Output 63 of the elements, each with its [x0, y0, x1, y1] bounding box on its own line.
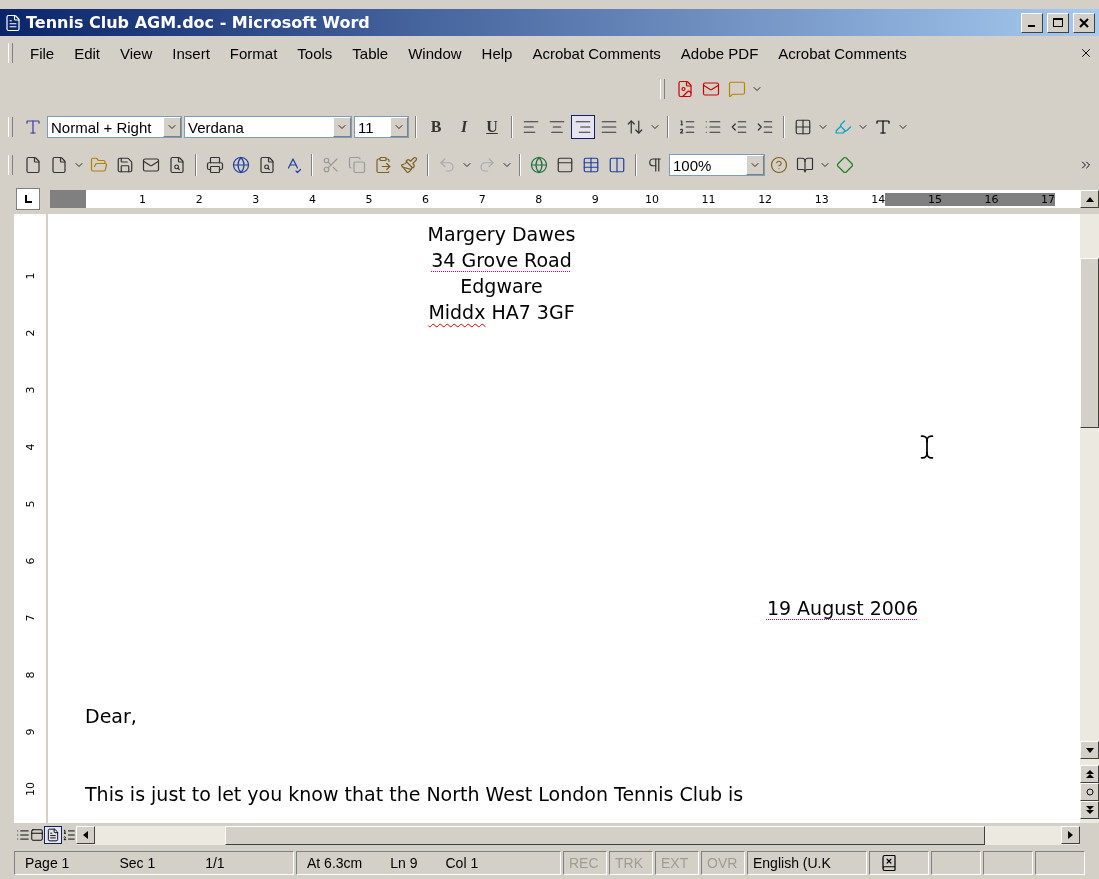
- body-line: This is just to let you know that the North West London Tennis Club is: [85, 782, 745, 807]
- font-size-field[interactable]: 11: [354, 116, 409, 138]
- menu-item[interactable]: Acrobat Comments: [523, 42, 670, 64]
- address-line: 34 Grove Road: [430, 248, 573, 273]
- ruler-number: 3: [252, 192, 260, 206]
- zoom-field[interactable]: 100%: [669, 154, 765, 176]
- bold-button[interactable]: B: [423, 115, 449, 139]
- date-line: 19 August 2006: [765, 596, 918, 621]
- ruler-number: 5: [365, 192, 373, 206]
- menu-item[interactable]: Edit: [65, 42, 110, 64]
- ruler-number: 10: [23, 782, 37, 796]
- style-field[interactable]: Normal + Right: [47, 116, 182, 138]
- ruler-number: 2: [23, 329, 37, 337]
- menu-item[interactable]: Tools: [288, 42, 342, 64]
- menu-item[interactable]: Acrobat Comments: [769, 42, 916, 64]
- status-text: Sec 1: [119, 855, 156, 871]
- status-text: 1/1: [205, 855, 225, 871]
- status-text: English (U.K: [753, 855, 831, 871]
- menu-item[interactable]: Help: [472, 42, 522, 64]
- ruler-number: 6: [23, 557, 37, 565]
- ruler-number: 8: [535, 192, 543, 206]
- ruler-number: 17: [1041, 192, 1056, 206]
- menu-item[interactable]: Table: [343, 42, 398, 64]
- italic-button[interactable]: I: [451, 115, 477, 139]
- ruler-number: 1: [139, 192, 147, 206]
- menu-item[interactable]: View: [111, 42, 162, 64]
- ruler-number: 16: [984, 192, 999, 206]
- ruler-number: 9: [23, 728, 37, 736]
- ruler-number: 5: [23, 500, 37, 508]
- status-text: At 6.3cm: [307, 855, 363, 871]
- ruler-number: 6: [422, 192, 430, 206]
- ruler-number: 13: [814, 192, 829, 206]
- menu-item[interactable]: Insert: [163, 42, 219, 64]
- menu-item[interactable]: Adobe PDF: [671, 42, 768, 64]
- ruler-number: 4: [23, 443, 37, 451]
- salutation-line: Dear,: [85, 704, 138, 729]
- ruler-number: 14: [871, 192, 886, 206]
- font-field[interactable]: Verdana: [184, 116, 352, 138]
- ruler-number: 15: [927, 192, 942, 206]
- ruler-number: 8: [23, 671, 37, 679]
- underline-button[interactable]: U: [479, 115, 505, 139]
- ruler-number: 1: [23, 272, 37, 280]
- ruler-number: 2: [195, 192, 203, 206]
- status-text: Col 1: [445, 855, 479, 871]
- address-line: Middx HA7 3GF: [427, 300, 576, 325]
- menu-item[interactable]: Format: [220, 42, 287, 64]
- ruler-number: 12: [758, 192, 773, 206]
- address-line: Margery Dawes: [426, 222, 577, 247]
- status-text: Page 1: [25, 855, 70, 871]
- ruler-number: 4: [308, 192, 316, 206]
- ruler-number: 9: [591, 192, 599, 206]
- menu-item[interactable]: Window: [399, 42, 471, 64]
- document-page[interactable]: Margery Dawes 34 Grove Road Edgware Middx HA7 3GF 19 August 2006 Dear, This is just to let you know that the North West London Tennis Club is: [48, 214, 1080, 823]
- address-line: Edgware: [459, 274, 544, 299]
- ruler-number: 10: [644, 192, 659, 206]
- status-text: Ln 9: [390, 855, 418, 871]
- ruler-number: 3: [23, 386, 37, 394]
- ruler-number: 7: [478, 192, 486, 206]
- window-title: Tennis Club AGM.doc - Microsoft Word: [26, 13, 371, 32]
- ruler-number: 11: [701, 192, 716, 206]
- ruler-number: 7: [23, 614, 37, 622]
- horizontal-ruler[interactable]: 1 2 3 4 5 6 7 8 9 10 11 12 13 14 15 16 17: [50, 190, 1080, 208]
- menu-item[interactable]: File: [21, 42, 64, 64]
